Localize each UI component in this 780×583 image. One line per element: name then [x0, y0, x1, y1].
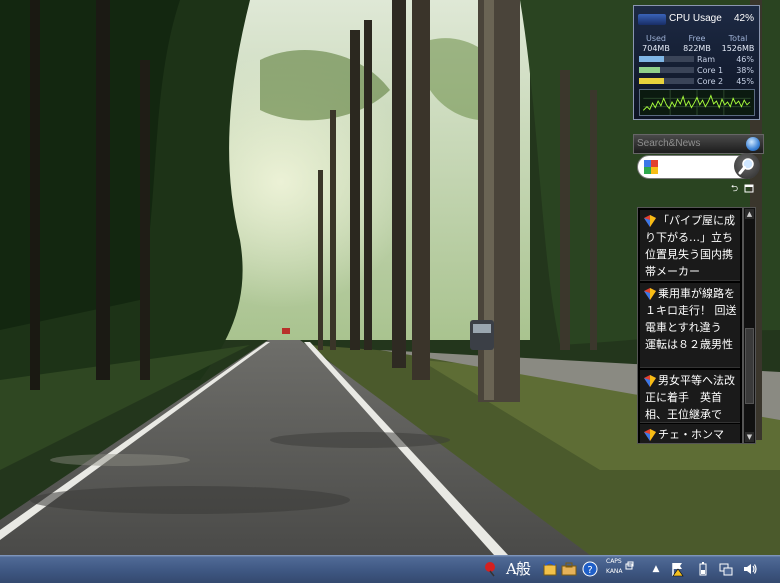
- memory-used: Used 704MB: [636, 34, 676, 54]
- memory-total-label: Total: [728, 34, 748, 43]
- news-controls: ⮌: [729, 184, 759, 196]
- core1-bar-value: 38%: [736, 66, 754, 75]
- memory-free: Free 822MB: [677, 34, 717, 54]
- battery-icon[interactable]: [695, 561, 711, 577]
- search-news-gadget[interactable]: Search&News ⮌ 「パイプ屋に成り下がる…」立ち位置見失う国内携帯メー…: [633, 134, 764, 447]
- memory-used-value: 704MB: [642, 44, 670, 53]
- news-item[interactable]: 乗用車が線路を１キロ走行！ 回送電車とすれ違う 運転は８２歳男性: [640, 283, 740, 368]
- news-headline: チェ・ホンマ: [658, 428, 724, 441]
- memory-free-value: 822MB: [683, 44, 711, 53]
- news-headline: 男女平等へ法改正に着手 英首相、王位継承で: [645, 374, 735, 421]
- search-button[interactable]: [734, 153, 760, 179]
- warning-flag-icon[interactable]: [670, 561, 686, 577]
- chevron-up-icon[interactable]: ▲: [648, 561, 664, 577]
- svg-text:?: ?: [587, 565, 592, 576]
- system-tray: A般 ? CAPS KANA ▲: [474, 555, 780, 583]
- news-header: Search&News: [633, 134, 764, 154]
- news-list: 「パイプ屋に成り下がる…」立ち位置見失う国内携帯メーカー 乗用車が線路を１キロ走…: [637, 207, 743, 444]
- ram-bar-fill: [639, 56, 665, 62]
- help-icon[interactable]: ?: [582, 561, 598, 577]
- news-headline: 「パイプ屋に成り下がる…」立ち位置見失う国内携帯メーカー: [645, 214, 735, 278]
- cpu-title-row: CPU Usage 42%: [638, 13, 756, 27]
- news-item[interactable]: チェ・ホンマ: [640, 424, 740, 443]
- magnifier-icon: [738, 158, 754, 175]
- memory-free-label: Free: [688, 34, 706, 43]
- red-pin-icon[interactable]: [482, 561, 498, 577]
- news-item[interactable]: 男女平等へ法改正に着手 英首相、王位継承で: [640, 370, 740, 423]
- memory-total: Total 1526MB: [718, 34, 758, 54]
- scroll-down-arrow-icon[interactable]: ▼: [745, 432, 754, 442]
- caps-lock-indicator: CAPS: [606, 558, 622, 565]
- memory-total-value: 1526MB: [721, 44, 755, 53]
- tool-box-icon[interactable]: [561, 561, 577, 577]
- cpu-history-graph: [639, 89, 755, 116]
- ime-options-icon[interactable]: [624, 561, 634, 577]
- core1-bar-fill: [639, 67, 660, 73]
- scroll-up-arrow-icon[interactable]: ▲: [745, 209, 754, 219]
- ram-bar-value: 46%: [736, 55, 754, 64]
- news-headline: 乗用車が線路を１キロ走行！ 回送電車とすれ違う 運転は８２歳男性: [645, 287, 737, 351]
- ram-bar-track: [639, 56, 694, 62]
- core2-bar-fill: [639, 78, 664, 84]
- ram-bar-row: Ram 46%: [639, 55, 756, 64]
- ram-bar-label: Ram: [697, 55, 716, 64]
- core1-bar-track: [639, 67, 694, 73]
- core2-bar-track: [639, 78, 694, 84]
- kana-lock-indicator: KANA: [606, 568, 623, 575]
- core2-bar-row: Core 2 45%: [639, 77, 756, 86]
- core1-bar-label: Core 1: [697, 66, 724, 75]
- core2-bar-value: 45%: [736, 77, 754, 86]
- speaker-icon[interactable]: [742, 561, 758, 577]
- core2-bar-label: Core 2: [697, 77, 724, 86]
- news-header-title: Search&News: [637, 138, 701, 149]
- cpu-usage-gadget[interactable]: CPU Usage 42% Used 704MB Free 822MB Tota…: [633, 5, 760, 120]
- news-item[interactable]: 「パイプ屋に成り下がる…」立ち位置見失う国内携帯メーカー: [640, 210, 740, 281]
- globe-icon[interactable]: [746, 137, 760, 151]
- ime-pad-icon[interactable]: [542, 561, 558, 577]
- window-icon[interactable]: [743, 184, 754, 194]
- ime-mode-indicator[interactable]: A般: [506, 558, 531, 579]
- cpu-percent: 42%: [733, 13, 754, 24]
- network-icon[interactable]: [718, 561, 734, 577]
- search-bar: [637, 153, 760, 179]
- cpu-title: CPU Usage: [669, 13, 722, 24]
- news-scrollbar[interactable]: ▲ ▼: [743, 207, 756, 444]
- google-logo-icon: [644, 160, 658, 174]
- back-arrow-icon[interactable]: ⮌: [729, 184, 740, 194]
- search-input[interactable]: [662, 159, 734, 175]
- cpu-chip-icon: [638, 14, 666, 25]
- core1-bar-row: Core 1 38%: [639, 66, 756, 75]
- taskbar: A般 ? CAPS KANA ▲: [0, 555, 780, 583]
- scrollbar-thumb[interactable]: [745, 328, 754, 404]
- memory-used-label: Used: [645, 34, 667, 43]
